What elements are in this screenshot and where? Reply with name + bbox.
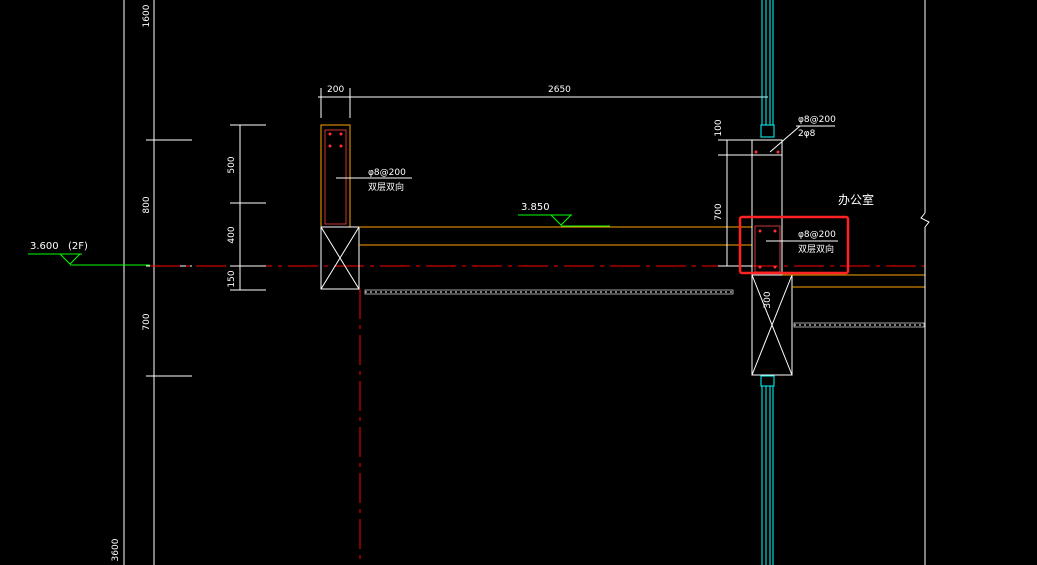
left-dim-3600: 3600 xyxy=(111,538,121,561)
beam-left-dimension xyxy=(230,124,266,291)
rebar-left-note: 双层双向 xyxy=(368,181,404,193)
floor-slab xyxy=(359,226,752,246)
level-marker-3600 xyxy=(28,253,150,266)
beam-left-dim-500: 500 xyxy=(227,156,237,173)
cad-drawing-canvas[interactable]: 1600 800 700 3600 3.600 (2F) 500 400 150… xyxy=(0,0,1037,565)
beam-right-dim-700: 700 xyxy=(714,203,724,220)
room-label-office: 办公室 xyxy=(838,192,874,207)
left-column-box xyxy=(320,226,360,290)
rebar-left-spec: φ8@200 xyxy=(368,168,406,178)
ceiling-hatch-right xyxy=(793,322,925,328)
left-dim-1600: 1600 xyxy=(142,4,152,27)
beam-right-dim-300: 300 xyxy=(763,291,773,308)
left-dimension-column xyxy=(123,0,192,565)
rebar-right-spec: φ8@200 xyxy=(798,230,836,240)
rebar-top-right-spec: φ8@200 xyxy=(798,115,836,125)
rebar-top-right-bars: 2φ8 xyxy=(798,129,816,139)
beam-left-dim-400: 400 xyxy=(227,226,237,243)
beam-left-dim-150: 150 xyxy=(227,270,237,287)
ceiling-hatch-left xyxy=(364,289,734,295)
top-dim-2650: 2650 xyxy=(548,85,571,95)
glass-curtain-wall xyxy=(760,0,775,565)
beam-right-dim-100: 100 xyxy=(714,119,724,136)
right-edge-wall xyxy=(920,0,930,565)
left-upturned-beam xyxy=(320,124,351,228)
top-dimension xyxy=(318,88,768,118)
beam-right-dimension xyxy=(718,139,752,267)
level-3600-floor: (2F) xyxy=(68,241,88,252)
level-3600-elevation: 3.600 xyxy=(30,241,59,252)
level-marker-3850 xyxy=(518,214,610,227)
right-column-box xyxy=(751,274,793,376)
right-slab xyxy=(782,274,925,288)
left-dim-800: 800 xyxy=(142,196,152,213)
right-beam xyxy=(751,139,783,276)
level-3850-elevation: 3.850 xyxy=(521,202,550,213)
rebar-right-note: 双层双向 xyxy=(798,243,834,255)
top-dim-200: 200 xyxy=(327,85,344,95)
left-dim-700: 700 xyxy=(142,313,152,330)
